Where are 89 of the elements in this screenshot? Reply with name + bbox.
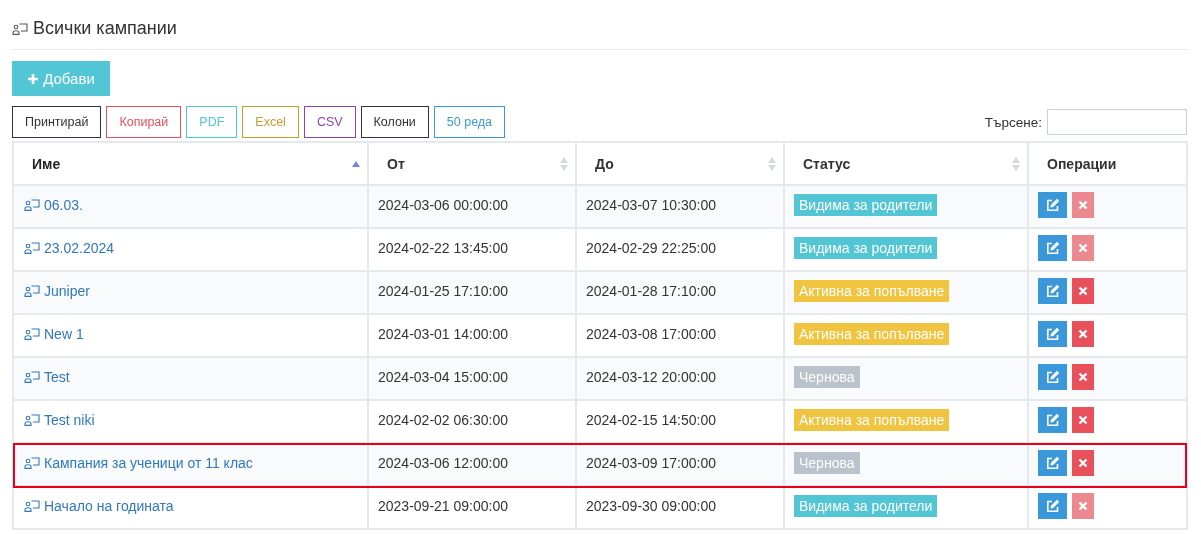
- campaign-link[interactable]: New 1: [24, 326, 84, 342]
- close-icon: [1078, 200, 1088, 210]
- table-cell: 2024-02-22 13:45:00: [378, 240, 508, 256]
- table-cell: 2024-01-28 17:10:00: [586, 283, 716, 299]
- delete-button[interactable]: [1072, 407, 1094, 433]
- export-button[interactable]: 50 реда: [433, 106, 506, 138]
- plus-icon: [27, 72, 40, 85]
- edit-icon: [1045, 413, 1060, 427]
- close-icon: [1078, 501, 1088, 511]
- campaign-icon: [24, 414, 40, 426]
- close-icon: [1078, 372, 1088, 382]
- search-label: Търсене:: [984, 114, 1042, 130]
- delete-button[interactable]: [1072, 321, 1094, 347]
- page-title: Всички кампании: [33, 18, 177, 39]
- edit-icon: [1045, 198, 1060, 212]
- status-badge: Видима за родители: [794, 237, 938, 259]
- campaign-icon: [24, 199, 40, 211]
- campaign-link[interactable]: Juniper: [24, 283, 90, 299]
- table-cell: 2024-02-29 22:25:00: [586, 240, 716, 256]
- campaign-link[interactable]: Test niki: [24, 412, 95, 428]
- table-cell: 2024-03-07 10:30:00: [586, 197, 716, 213]
- campaign-icon: [24, 328, 40, 340]
- status-badge: Чернова: [794, 452, 860, 474]
- delete-button[interactable]: [1072, 364, 1094, 390]
- edit-icon: [1045, 499, 1060, 513]
- delete-button[interactable]: [1072, 278, 1094, 304]
- table-cell: 2024-02-02 06:30:00: [378, 412, 508, 428]
- edit-button[interactable]: [1038, 192, 1067, 218]
- table-cell: 2024-03-01 14:00:00: [378, 326, 508, 342]
- edit-icon: [1045, 327, 1060, 341]
- close-icon: [1078, 329, 1088, 339]
- campaign-link[interactable]: Начало на годината: [24, 498, 174, 514]
- sort-icon: [768, 156, 776, 171]
- status-badge: Активна за попълване: [794, 323, 950, 345]
- search-field[interactable]: [1047, 109, 1187, 135]
- close-icon: [1078, 243, 1088, 253]
- campaign-icon: [24, 457, 40, 469]
- campaign-link[interactable]: 23.02.2024: [24, 240, 115, 256]
- column-header[interactable]: До: [577, 143, 785, 184]
- table-cell: 2024-03-04 15:00:00: [378, 369, 508, 385]
- table-cell: 2024-03-12 20:00:00: [586, 369, 716, 385]
- column-header[interactable]: Статус: [785, 143, 1029, 184]
- edit-button[interactable]: [1038, 407, 1067, 433]
- table-cell: 2024-03-09 17:00:00: [586, 455, 716, 471]
- column-header[interactable]: Операции: [1029, 143, 1186, 184]
- edit-icon: [1045, 456, 1060, 470]
- edit-button[interactable]: [1038, 235, 1067, 261]
- export-button[interactable]: Колони: [360, 106, 429, 138]
- status-badge: Активна за попълване: [794, 409, 950, 431]
- campaign-link[interactable]: Кампания за ученици от 11 клас: [24, 455, 253, 471]
- status-badge: Активна за попълване: [794, 280, 950, 302]
- status-badge: Видима за родители: [794, 495, 938, 517]
- sort-icon: [1012, 156, 1020, 171]
- edit-button[interactable]: [1038, 364, 1067, 390]
- close-icon: [1078, 286, 1088, 296]
- status-badge: Чернова: [794, 366, 860, 388]
- campaign-icon: [24, 285, 40, 297]
- edit-icon: [1045, 370, 1060, 384]
- sort-icon: [560, 156, 568, 171]
- table-cell: 2023-09-21 09:00:00: [378, 498, 508, 514]
- campaign-icon: [12, 22, 28, 35]
- export-button[interactable]: Excel: [242, 106, 299, 138]
- table-cell: 2024-03-08 17:00:00: [586, 326, 716, 342]
- close-icon: [1078, 458, 1088, 468]
- export-button[interactable]: Копирай: [106, 106, 182, 138]
- export-button[interactable]: Принтирай: [12, 106, 102, 138]
- campaign-icon: [24, 371, 40, 383]
- column-header[interactable]: Име: [14, 143, 369, 184]
- table-cell: 2024-02-15 14:50:00: [586, 412, 716, 428]
- campaign-link[interactable]: 06.03.: [24, 197, 83, 213]
- campaign-icon: [24, 500, 40, 512]
- table-cell: 2024-03-06 00:00:00: [378, 197, 508, 213]
- edit-button[interactable]: [1038, 278, 1067, 304]
- table-cell: 2023-09-30 09:00:00: [586, 498, 716, 514]
- column-header[interactable]: От: [369, 143, 577, 184]
- table-cell: 2024-03-06 12:00:00: [378, 455, 508, 471]
- close-icon: [1078, 415, 1088, 425]
- edit-icon: [1045, 241, 1060, 255]
- edit-icon: [1045, 284, 1060, 298]
- campaign-link[interactable]: Test: [24, 369, 70, 385]
- delete-button[interactable]: [1072, 450, 1094, 476]
- sort-ascending-icon: [352, 160, 360, 167]
- edit-button[interactable]: [1038, 450, 1067, 476]
- campaign-icon: [24, 242, 40, 254]
- table-cell: 2024-01-25 17:10:00: [378, 283, 508, 299]
- edit-button[interactable]: [1038, 493, 1067, 519]
- export-button[interactable]: CSV: [303, 106, 356, 138]
- status-badge: Видима за родители: [794, 194, 938, 216]
- edit-button[interactable]: [1038, 321, 1067, 347]
